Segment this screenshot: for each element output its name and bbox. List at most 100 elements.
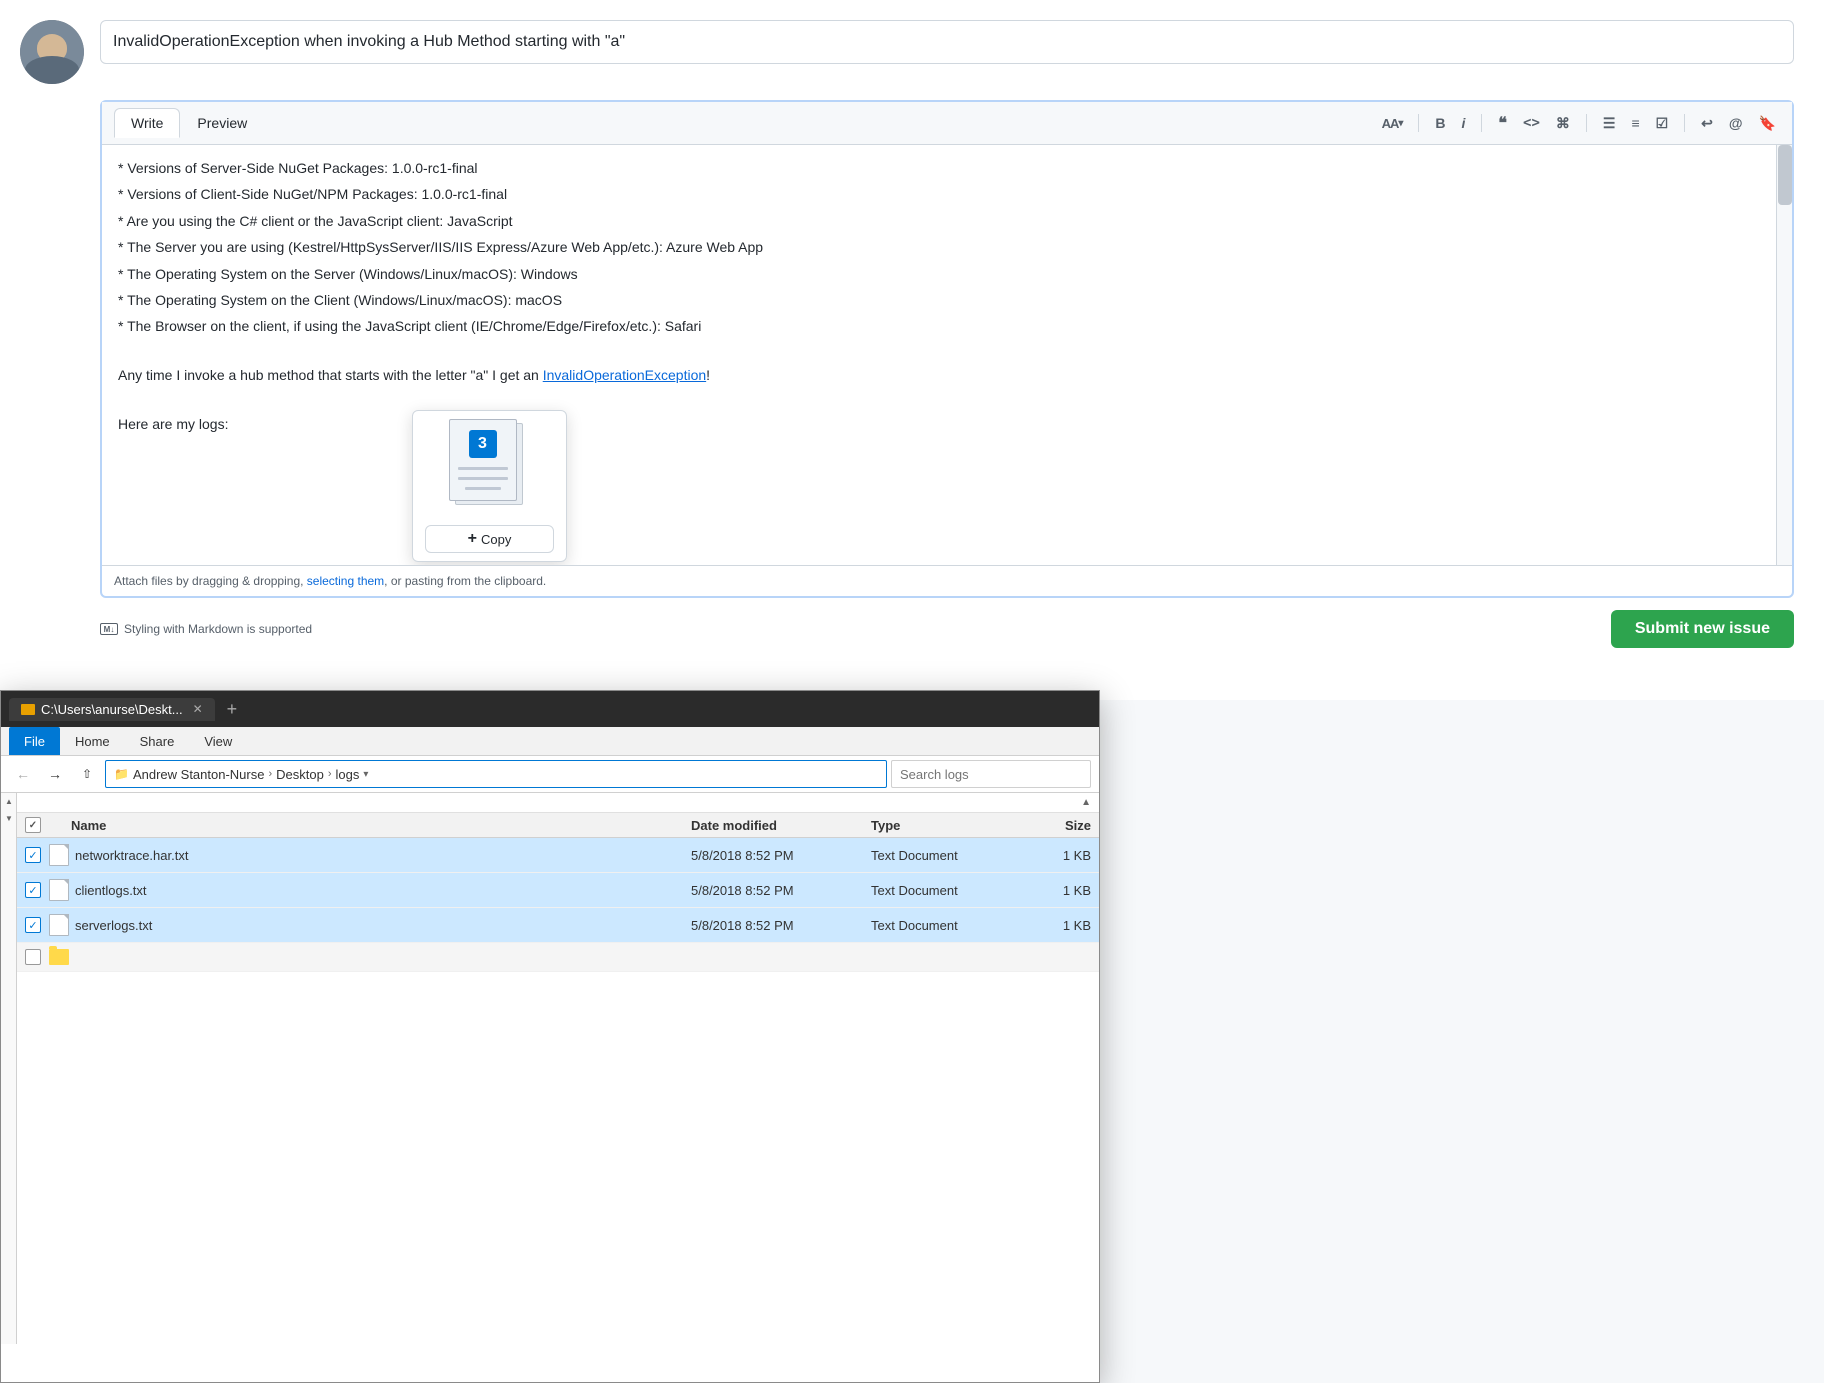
ribbon-tab-view[interactable]: View	[189, 727, 247, 755]
editor-tabs: Write Preview	[114, 108, 264, 138]
editor-line-7: * The Browser on the client, if using th…	[118, 315, 1776, 337]
file-row-0[interactable]: ✓ networktrace.har.txt 5/8/2018 8:52 PM …	[17, 838, 1099, 873]
link-icon[interactable]: ⌘	[1552, 113, 1574, 134]
scroll-down-arrow[interactable]: ▼	[1, 810, 16, 827]
editor-bottom-bar: M↓ Styling with Markdown is supported Su…	[100, 610, 1794, 648]
sort-arrow-icon[interactable]: ▲	[1081, 797, 1091, 808]
editor-line-4: * The Server you are using (Kestrel/Http…	[118, 236, 1776, 258]
ribbon-tab-share[interactable]: Share	[125, 727, 190, 755]
toolbar-divider-2	[1481, 114, 1482, 132]
ribbon-tab-home[interactable]: Home	[60, 727, 125, 755]
file-check-1[interactable]: ✓	[25, 882, 49, 898]
at-icon[interactable]: @	[1725, 113, 1747, 133]
checkbox-0[interactable]: ✓	[25, 847, 41, 863]
file-icon-1	[49, 879, 69, 901]
file-explorer: C:\Users\anurse\Deskt... ✕ + File Home S…	[0, 690, 1100, 1383]
file-type-0: Text Document	[871, 848, 1011, 863]
toolbar-divider-1	[1418, 114, 1419, 132]
tab-preview[interactable]: Preview	[180, 108, 264, 138]
file-icon-2	[49, 914, 69, 936]
copy-plus-icon: +	[468, 530, 477, 548]
markdown-text: Styling with Markdown is supported	[124, 622, 312, 636]
col-type-header[interactable]: Type	[871, 818, 1011, 833]
undo-icon[interactable]: ↩	[1697, 113, 1717, 134]
tab-write[interactable]: Write	[114, 108, 180, 138]
issue-header	[20, 20, 1794, 84]
markdown-hint: M↓ Styling with Markdown is supported	[100, 622, 312, 636]
path-sep-1: ›	[268, 768, 272, 780]
copy-doc-line-2	[458, 477, 508, 480]
ul-icon[interactable]: ☰	[1599, 113, 1620, 134]
scrollbar-thumb[interactable]	[1778, 145, 1792, 205]
editor-scrollbar[interactable]	[1776, 145, 1792, 565]
file-size-0: 1 KB	[1011, 848, 1091, 863]
italic-icon[interactable]: i	[1458, 113, 1470, 133]
path-expand-icon[interactable]: ▾	[363, 769, 368, 780]
editor-toolbar-icons: AA▾ B i ❝ <> ⌘ ☰ ≡ ☑ ↩ @ 🔖	[1378, 111, 1780, 135]
address-bar: ← → ⇧ 📁 Andrew Stanton-Nurse › Desktop ›…	[1, 756, 1099, 793]
checkbox-3[interactable]	[25, 949, 41, 965]
file-row-2[interactable]: ✓ serverlogs.txt 5/8/2018 8:52 PM Text D…	[17, 908, 1099, 943]
editor-content[interactable]: * Versions of Server-Side NuGet Packages…	[102, 145, 1792, 565]
col-date-header[interactable]: Date modified	[691, 818, 871, 833]
title-tab-folder-icon	[21, 704, 35, 715]
code-icon[interactable]: <>	[1519, 113, 1544, 133]
copy-icon-visual: 3	[445, 419, 535, 519]
task-icon[interactable]: ☑	[1652, 113, 1673, 134]
editor-line-5: * The Operating System on the Server (Wi…	[118, 263, 1776, 285]
path-sep-2: ›	[328, 768, 332, 780]
forward-btn[interactable]: →	[41, 760, 69, 788]
submit-button[interactable]: Submit new issue	[1611, 610, 1794, 648]
folder-icon-3	[49, 949, 69, 965]
issue-title-input[interactable]	[100, 20, 1794, 64]
back-btn[interactable]: ←	[9, 760, 37, 788]
path-part-1: Andrew Stanton-Nurse	[133, 767, 265, 782]
copy-doc-front: 3	[449, 419, 517, 501]
explorer-ribbon: File Home Share View	[1, 727, 1099, 756]
address-path[interactable]: 📁 Andrew Stanton-Nurse › Desktop › logs …	[105, 760, 887, 788]
invoke-text: Any time I invoke a hub method that star…	[118, 364, 1776, 386]
file-name-1: clientlogs.txt	[75, 883, 691, 898]
heading-icon[interactable]: AA▾	[1378, 114, 1407, 133]
quote-icon[interactable]: ❝	[1494, 111, 1511, 135]
file-list-header: ✓ Name Date modified Type Size	[17, 813, 1099, 838]
ribbon-tab-file[interactable]: File	[9, 727, 60, 755]
file-check-2[interactable]: ✓	[25, 917, 49, 933]
copy-button[interactable]: + Copy	[425, 525, 554, 553]
editor-lines: * Versions of Server-Side NuGet Packages…	[118, 157, 1776, 338]
bold-icon[interactable]: B	[1431, 113, 1449, 133]
toolbar-divider-3	[1586, 114, 1587, 132]
select-files-link[interactable]: selecting them	[307, 574, 384, 588]
explorer-main: ▲ ▼ ▲ ✓ Name Date modified Type Size	[1, 793, 1099, 1344]
file-check-3[interactable]	[25, 949, 49, 965]
tab-close-btn[interactable]: ✕	[193, 702, 203, 716]
checkbox-1[interactable]: ✓	[25, 882, 41, 898]
copy-doc-number: 3	[469, 430, 497, 458]
file-size-1: 1 KB	[1011, 883, 1091, 898]
file-icon-0	[49, 844, 69, 866]
file-row-1[interactable]: ✓ clientlogs.txt 5/8/2018 8:52 PM Text D…	[17, 873, 1099, 908]
copy-doc-line-3	[465, 487, 501, 490]
file-check-0[interactable]: ✓	[25, 847, 49, 863]
col-size-header[interactable]: Size	[1011, 818, 1091, 833]
col-check: ✓	[25, 817, 49, 833]
ol-icon[interactable]: ≡	[1627, 113, 1643, 133]
exception-link[interactable]: InvalidOperationException	[543, 367, 706, 383]
scroll-up-arrow[interactable]: ▲	[1, 793, 16, 810]
up-arrow-btn[interactable]: ⇧	[73, 760, 101, 788]
checkbox-2[interactable]: ✓	[25, 917, 41, 933]
sort-bar: ▲	[17, 793, 1099, 813]
file-type-1: Text Document	[871, 883, 1011, 898]
search-input[interactable]	[891, 760, 1091, 788]
file-row-3[interactable]	[17, 943, 1099, 972]
left-scroll-pane: ▲ ▼	[1, 793, 17, 1344]
path-folder-icon: 📁	[114, 767, 129, 781]
col-name-header[interactable]: Name	[71, 818, 691, 833]
tab-add-btn[interactable]: +	[227, 699, 238, 720]
bookmark-icon[interactable]: 🔖	[1755, 113, 1780, 134]
editor-line-6: * The Operating System on the Client (Wi…	[118, 289, 1776, 311]
file-date-2: 5/8/2018 8:52 PM	[691, 918, 871, 933]
copy-doc-line-1	[458, 467, 508, 470]
logs-text: Here are my logs:	[118, 413, 1776, 435]
file-date-1: 5/8/2018 8:52 PM	[691, 883, 871, 898]
